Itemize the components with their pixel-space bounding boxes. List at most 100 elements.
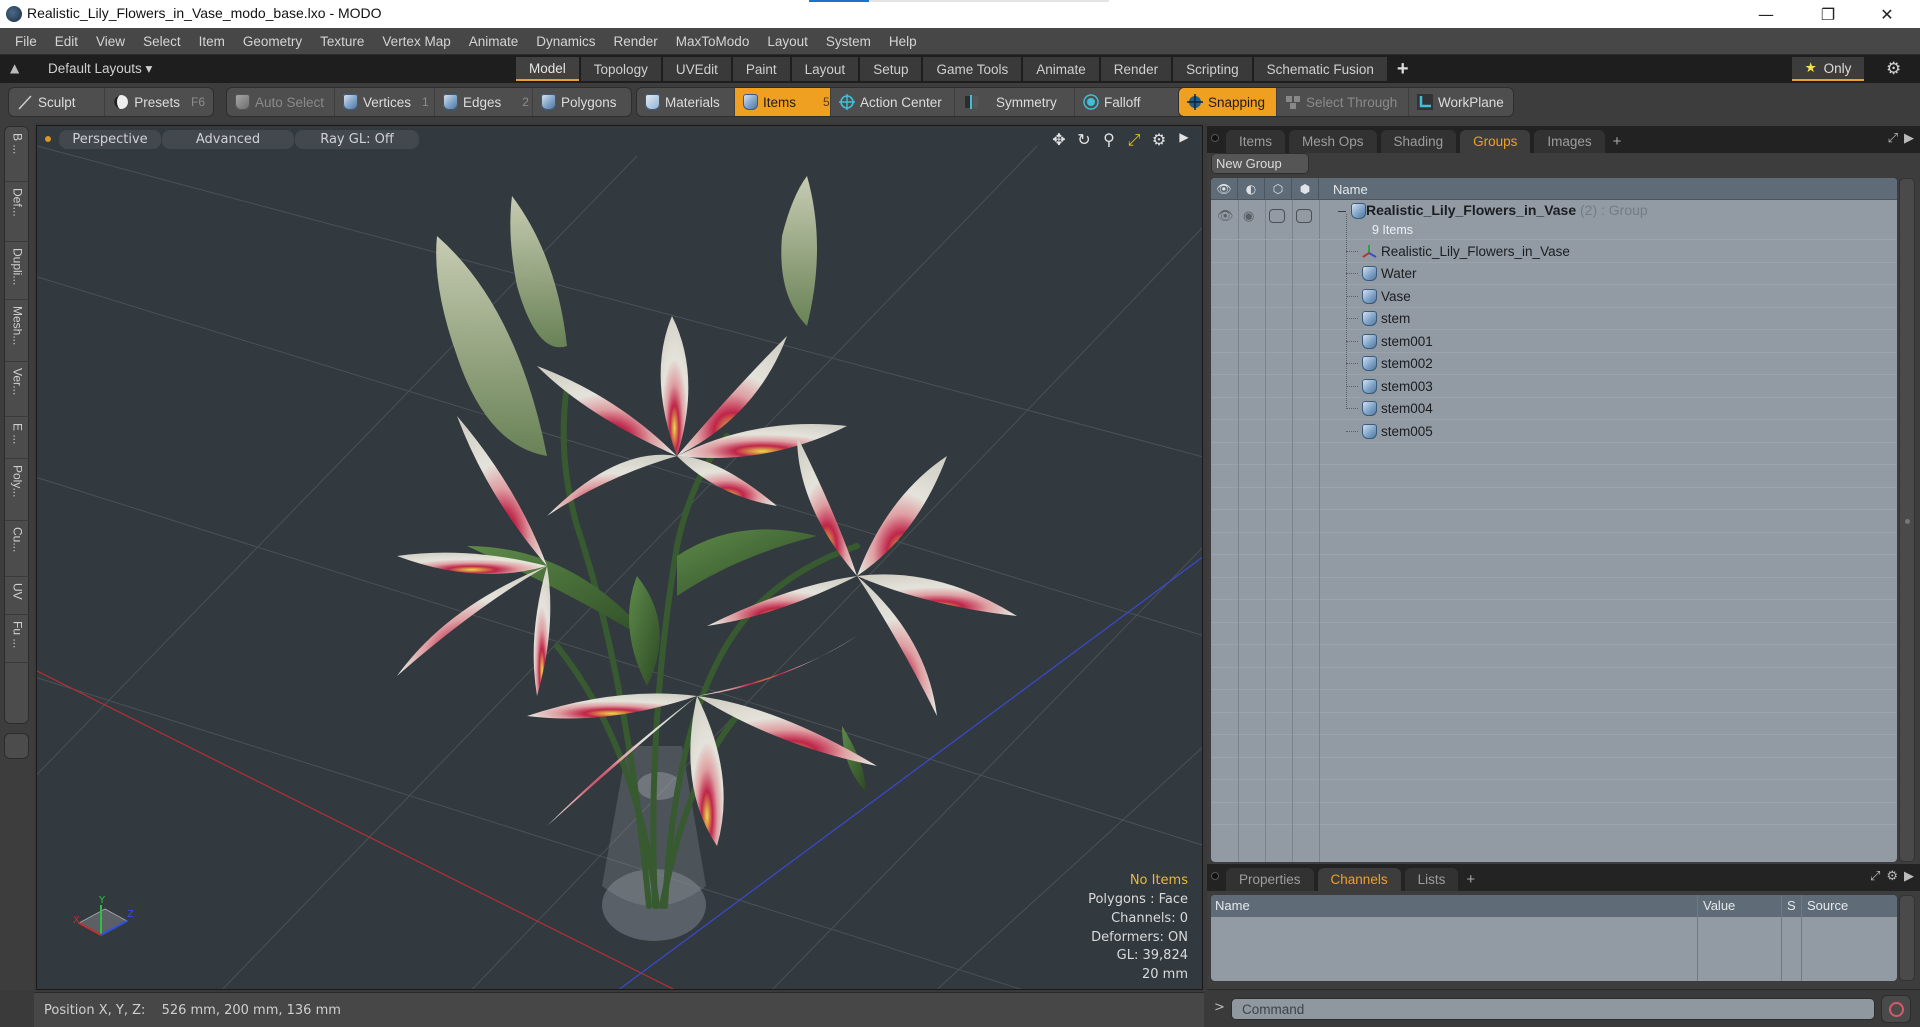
add-layout-tab-button[interactable]: + xyxy=(1389,57,1417,81)
tool-strip-tab[interactable]: Ver... xyxy=(5,362,30,417)
panel-menu-dot[interactable] xyxy=(1211,134,1219,142)
materials-button[interactable]: Materials xyxy=(637,88,735,116)
add-bottom-tab-button[interactable]: + xyxy=(1462,868,1479,891)
tool-strip-tab[interactable]: Poly... xyxy=(5,459,30,521)
group-list-item[interactable]: stem003 xyxy=(1336,375,1433,397)
tool-strip-tab[interactable]: Def... xyxy=(5,182,30,242)
maximize-button[interactable]: ❐ xyxy=(1805,0,1851,28)
group-lock-toggle[interactable] xyxy=(1269,209,1285,223)
polygons-button[interactable]: Polygons xyxy=(533,88,631,116)
close-button[interactable]: ✕ xyxy=(1864,0,1910,28)
menu-system[interactable]: System xyxy=(817,34,880,49)
group-render-icon[interactable]: ◉ xyxy=(1243,209,1254,224)
maximize-viewport-icon[interactable]: ⤢ xyxy=(1125,130,1143,150)
scrollbar-knob[interactable] xyxy=(1905,519,1910,524)
raygl-toggle[interactable]: Ray GL: Off xyxy=(295,130,419,149)
select-through-button[interactable]: Select Through xyxy=(1277,88,1409,116)
pan-move-icon[interactable]: ✥ xyxy=(1050,130,1068,150)
groups-scrollbar[interactable] xyxy=(1899,178,1915,862)
layout-tab-animate[interactable]: Animate xyxy=(1023,57,1099,81)
items-button[interactable]: Items 5 xyxy=(735,88,831,116)
only-favorites-button[interactable]: ★ Only xyxy=(1792,57,1864,81)
gear-icon[interactable]: ⚙ xyxy=(1886,59,1901,79)
panel-tab-images[interactable]: Images xyxy=(1534,130,1605,153)
symmetry-button[interactable]: Symmetry xyxy=(955,88,1075,116)
rotate-view-icon[interactable]: ↻ xyxy=(1075,130,1093,150)
bottom-panel-gear-icon[interactable]: ⚙ xyxy=(1886,869,1898,884)
view-mode-button[interactable]: Perspective xyxy=(59,130,161,149)
tool-strip-tab[interactable]: UV xyxy=(5,577,30,615)
bottom-panel-arrow-icon[interactable]: ▶ xyxy=(1904,869,1914,884)
tool-strip-extra-button[interactable] xyxy=(4,733,29,759)
zoom-view-icon[interactable]: ⚲ xyxy=(1100,130,1118,150)
group-list-item[interactable]: stem001 xyxy=(1336,330,1433,352)
command-input[interactable] xyxy=(1231,998,1875,1020)
snapping-button[interactable]: Snapping xyxy=(1179,88,1277,116)
group-list-item[interactable]: stem005 xyxy=(1336,420,1433,442)
add-panel-tab-button[interactable]: + xyxy=(1609,130,1626,153)
visibility-eye-icon[interactable]: 👁 xyxy=(1211,178,1238,200)
action-center-button[interactable]: Action Center xyxy=(831,88,955,116)
panel-tab-groups[interactable]: Groups xyxy=(1460,130,1531,153)
sculpt-button[interactable]: Sculpt xyxy=(9,88,106,116)
menu-view[interactable]: View xyxy=(87,34,134,49)
tool-strip-tab[interactable]: Fu ... xyxy=(5,615,30,663)
layout-tab-schematic-fusion[interactable]: Schematic Fusion xyxy=(1253,57,1387,81)
new-group-button[interactable]: New Group xyxy=(1211,153,1309,174)
collapse-up-icon[interactable]: ▲ xyxy=(10,61,19,75)
layout-tab-paint[interactable]: Paint xyxy=(732,57,790,81)
group-visibility-eye-icon[interactable]: 👁 xyxy=(1217,209,1234,224)
menu-geometry[interactable]: Geometry xyxy=(234,34,311,49)
layout-tab-model[interactable]: Model xyxy=(516,57,579,81)
menu-item[interactable]: Item xyxy=(190,34,234,49)
group-name[interactable]: Realistic_Lily_Flowers_in_Vase (2) : Gro… xyxy=(1366,202,1648,218)
edges-button[interactable]: Edges 2 xyxy=(435,88,533,116)
menu-render[interactable]: Render xyxy=(605,34,667,49)
minimize-button[interactable]: — xyxy=(1743,0,1789,28)
panel-tab-channels[interactable]: Channels xyxy=(1317,868,1401,891)
menu-vertex-map[interactable]: Vertex Map xyxy=(373,34,459,49)
group-list-item[interactable]: Vase xyxy=(1336,285,1411,307)
layout-tab-uvedit[interactable]: UVEdit xyxy=(662,57,731,81)
tool-strip-tab[interactable]: B ... xyxy=(5,127,30,182)
layout-tab-setup[interactable]: Setup xyxy=(860,57,922,81)
tool-strip-tab[interactable]: Mesh... xyxy=(5,300,30,362)
menu-help[interactable]: Help xyxy=(880,34,926,49)
group-list-item[interactable]: stem002 xyxy=(1336,353,1433,375)
menu-layout[interactable]: Layout xyxy=(758,34,817,49)
menu-texture[interactable]: Texture xyxy=(311,34,373,49)
group-list-item[interactable]: stem xyxy=(1336,308,1410,330)
tool-strip-tab[interactable]: E ... xyxy=(5,417,30,459)
collapse-toggle[interactable] xyxy=(1338,211,1346,212)
render-icon[interactable]: ◐ xyxy=(1238,178,1265,200)
vertices-button[interactable]: Vertices 1 xyxy=(335,88,435,116)
layout-tab-game-tools[interactable]: Game Tools xyxy=(923,57,1022,81)
layout-tab-render[interactable]: Render xyxy=(1100,57,1172,81)
panel-arrow-icon[interactable]: ▶ xyxy=(1904,131,1914,146)
presets-button[interactable]: Presets F6 xyxy=(105,88,213,116)
expand-bottom-panel-icon[interactable]: ⤢ xyxy=(1870,869,1880,884)
3d-viewport[interactable]: X Y Z Perspective Advanced Ray GL: Off ✥… xyxy=(36,125,1203,990)
panel-tab-shading[interactable]: Shading xyxy=(1380,130,1457,153)
panel-tab-mesh-ops[interactable]: Mesh Ops xyxy=(1289,130,1377,153)
viewport-status-dot[interactable] xyxy=(45,136,51,142)
layout-tab-topology[interactable]: Topology xyxy=(580,57,661,81)
menu-edit[interactable]: Edit xyxy=(46,34,87,49)
layout-tab-scripting[interactable]: Scripting xyxy=(1173,57,1252,81)
bottom-panel-menu-dot[interactable] xyxy=(1211,872,1219,880)
viewport-menu-arrow-icon[interactable]: ▶ xyxy=(1175,130,1193,150)
lock-icon[interactable]: ⬡ xyxy=(1265,178,1292,200)
menu-animate[interactable]: Animate xyxy=(460,34,528,49)
layout-tab-layout[interactable]: Layout xyxy=(791,57,859,81)
expand-panel-icon[interactable]: ⤢ xyxy=(1888,131,1898,146)
tool-strip-tab[interactable]: Dupli... xyxy=(5,242,30,300)
menu-select[interactable]: Select xyxy=(134,34,190,49)
menu-dynamics[interactable]: Dynamics xyxy=(527,34,604,49)
shading-mode-button[interactable]: Advanced xyxy=(162,130,294,149)
group-list-item[interactable]: Water xyxy=(1336,263,1417,285)
viewport-settings-gear-icon[interactable]: ⚙ xyxy=(1150,130,1168,150)
channels-scrollbar[interactable] xyxy=(1899,895,1915,981)
auto-select-button[interactable]: Auto Select xyxy=(227,88,335,116)
select-icon[interactable]: ⬢ xyxy=(1292,178,1319,200)
record-macro-button[interactable] xyxy=(1881,995,1911,1023)
